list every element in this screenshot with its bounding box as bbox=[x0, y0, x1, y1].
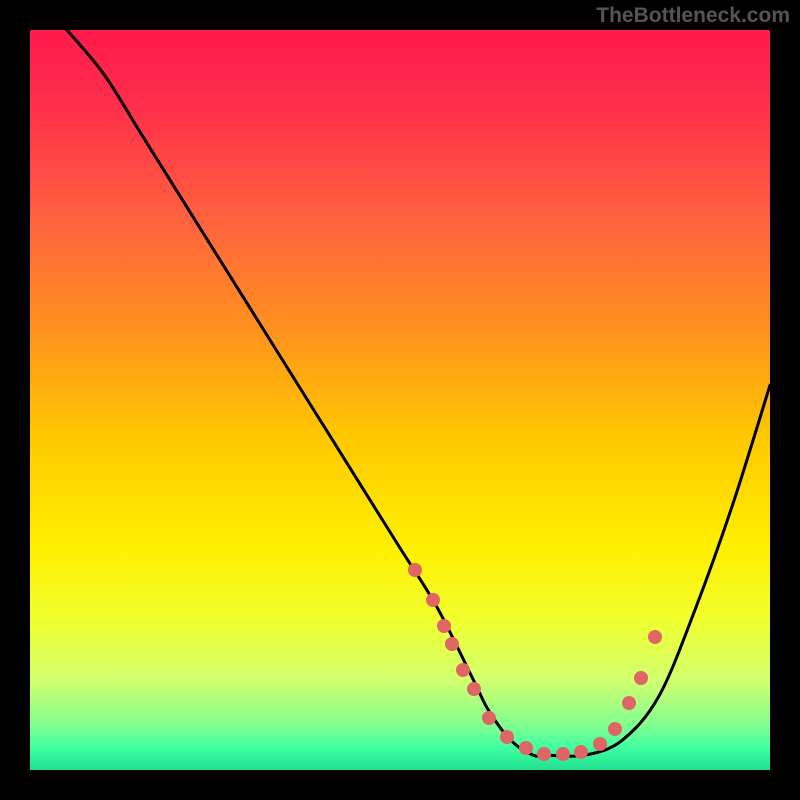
data-point bbox=[456, 663, 470, 677]
watermark-text: TheBottleneck.com bbox=[596, 4, 790, 28]
data-point bbox=[574, 745, 588, 759]
data-point bbox=[408, 563, 422, 577]
data-point bbox=[445, 637, 459, 651]
data-point bbox=[608, 722, 622, 736]
data-point bbox=[556, 747, 570, 761]
data-point bbox=[437, 619, 451, 633]
data-point bbox=[500, 730, 514, 744]
data-point bbox=[467, 682, 481, 696]
chart-plot-area bbox=[30, 30, 770, 770]
data-point bbox=[537, 747, 551, 761]
data-point bbox=[482, 711, 496, 725]
data-point bbox=[593, 737, 607, 751]
data-point bbox=[519, 741, 533, 755]
data-point bbox=[648, 630, 662, 644]
data-point bbox=[634, 671, 648, 685]
bottleneck-curve bbox=[30, 30, 770, 770]
data-point bbox=[426, 593, 440, 607]
